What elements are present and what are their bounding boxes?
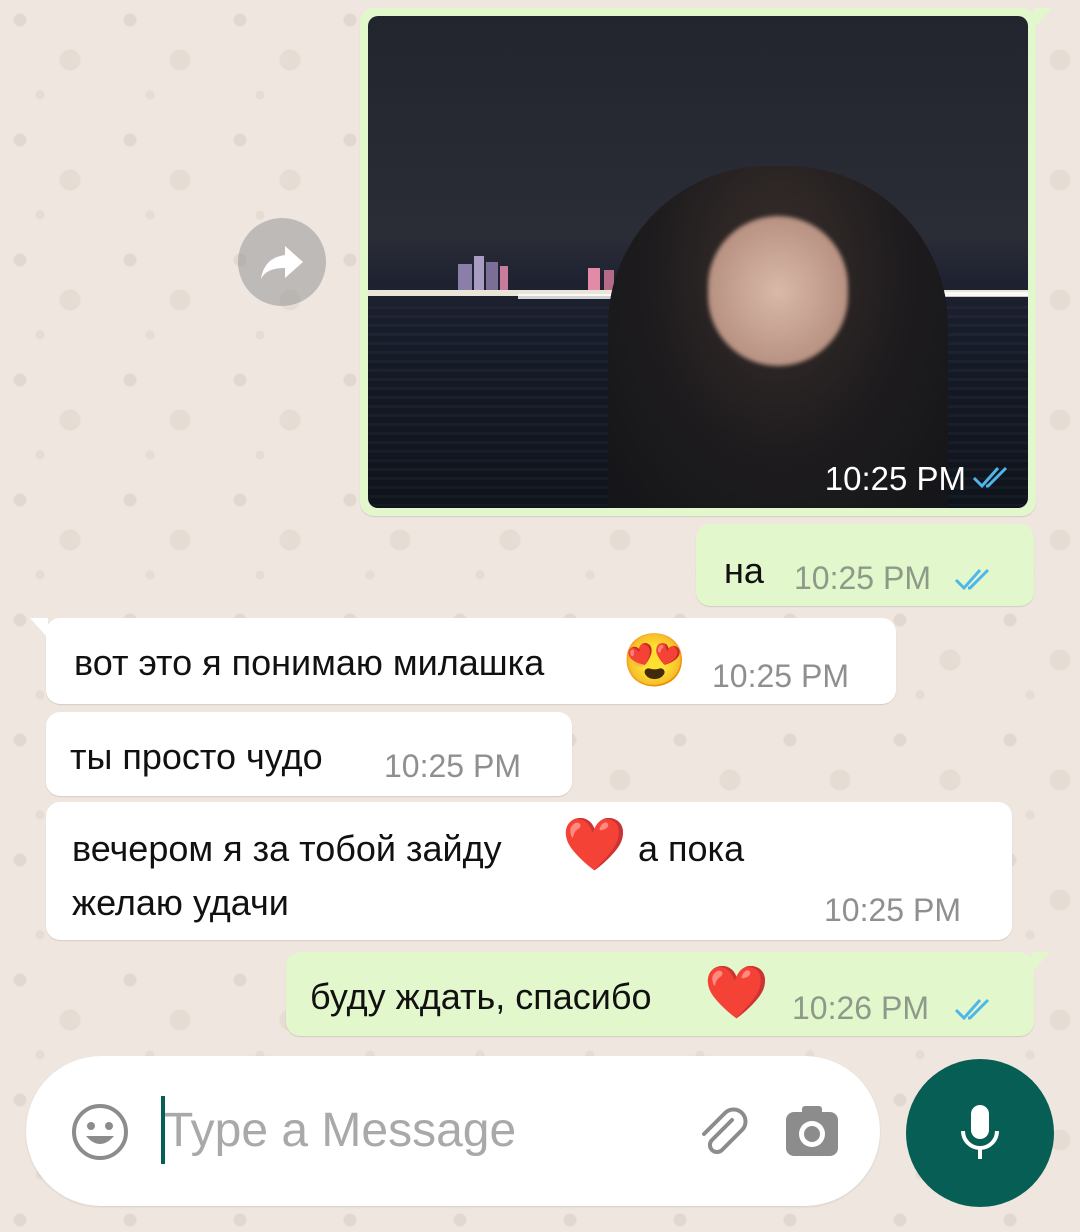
- photo-image[interactable]: 10:25 PM: [368, 16, 1028, 508]
- photo-message[interactable]: 10:25 PM: [360, 8, 1052, 516]
- heart-eyes-emoji: 😍: [622, 632, 687, 690]
- read-ticks-icon: [954, 998, 990, 1021]
- person-face: [708, 216, 848, 366]
- forward-button[interactable]: [238, 218, 326, 306]
- read-ticks-icon: [972, 466, 1008, 489]
- message-time: 10:25 PM: [794, 560, 931, 596]
- forward-arrow-icon: [261, 246, 303, 279]
- paperclip-icon[interactable]: [690, 1100, 754, 1164]
- message-text: на: [724, 550, 764, 591]
- message-time: 10:25 PM: [384, 748, 521, 784]
- message-text-line1-end: а пока: [638, 828, 745, 869]
- red-heart-emoji: ❤️: [562, 816, 627, 874]
- voice-record-button[interactable]: [906, 1059, 1054, 1207]
- incoming-message[interactable]: ты просто чудо 10:25 PM: [46, 712, 572, 796]
- camera-icon[interactable]: [780, 1100, 844, 1164]
- microphone-icon: [961, 1105, 999, 1159]
- incoming-message[interactable]: вечером я за тобой зайду ❤️ а пока желаю…: [46, 802, 1012, 940]
- message-text-line1: вечером я за тобой зайду: [72, 828, 502, 869]
- message-input[interactable]: Type a Message: [164, 1103, 516, 1158]
- message-text-line2: желаю удачи: [72, 882, 289, 923]
- incoming-message[interactable]: вот это я понимаю милашка 😍 10:25 PM: [30, 618, 896, 704]
- message-time: 10:25 PM: [712, 658, 849, 694]
- message-time: 10:26 PM: [792, 990, 929, 1026]
- outgoing-message[interactable]: буду ждать, спасибо ❤️ 10:26 PM: [286, 952, 1050, 1036]
- red-heart-emoji: ❤️: [704, 964, 769, 1022]
- message-time: 10:25 PM: [824, 460, 966, 497]
- message-text: вот это я понимаю милашка: [74, 642, 545, 683]
- smiley-icon[interactable]: [68, 1100, 132, 1164]
- message-text: буду ждать, спасибо: [310, 976, 652, 1017]
- message-text: ты просто чудо: [70, 736, 323, 777]
- outgoing-message[interactable]: на 10:25 PM: [696, 524, 1034, 606]
- message-time: 10:25 PM: [824, 892, 961, 928]
- read-ticks-icon: [954, 568, 990, 591]
